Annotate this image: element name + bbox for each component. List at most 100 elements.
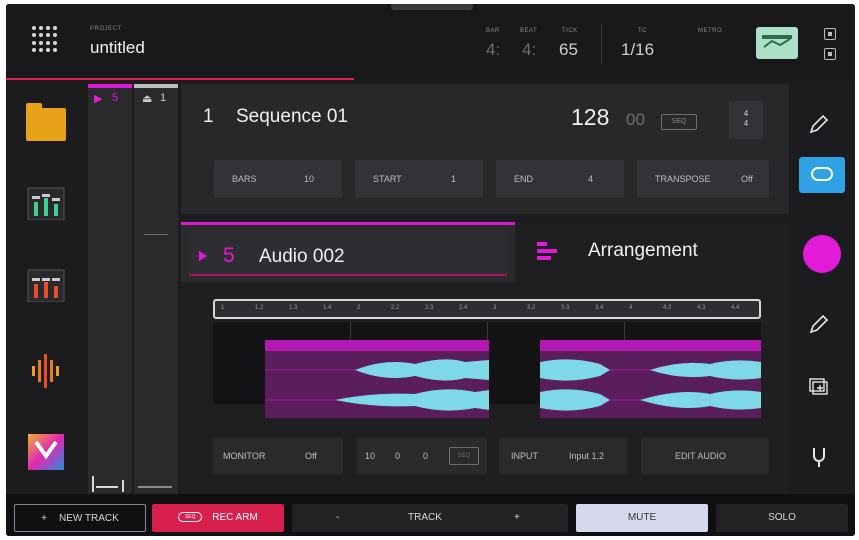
sample-edit-icon[interactable]: [26, 350, 66, 390]
waveform: [540, 359, 761, 411]
tc-label: TC: [638, 28, 647, 34]
timeline-tick-label: 3.4: [595, 305, 604, 311]
timeline-tick-label: 4.2: [663, 305, 672, 311]
pencil-icon[interactable]: [807, 112, 831, 141]
track-label: TRACK: [408, 512, 442, 523]
track-color-icon[interactable]: [803, 235, 841, 273]
sidebar: [6, 80, 84, 494]
timeline-tick-label: 1.4: [323, 305, 332, 311]
track-prev-button[interactable]: -: [336, 504, 339, 532]
input-field[interactable]: INPUT Input 1,2: [499, 438, 627, 474]
loop-icon: [811, 167, 833, 181]
timeline-tick-label: 3.2: [527, 305, 536, 311]
channel-mixer-icon[interactable]: [26, 266, 66, 306]
channel-strip-track[interactable]: ▶ 5: [88, 84, 132, 494]
level-meter: [88, 472, 132, 492]
position-field[interactable]: 10 0 0 SEQ: [357, 438, 487, 474]
bars-label: BARS: [232, 174, 257, 184]
monitor-field[interactable]: MONITOR Off: [213, 438, 343, 474]
track-name: Audio 002: [259, 246, 345, 267]
end-label: END: [514, 174, 534, 184]
end-field[interactable]: END 4: [496, 160, 624, 198]
track-next-button[interactable]: +: [514, 504, 520, 532]
tab-arrangement[interactable]: Arrangement: [515, 222, 789, 282]
waveform-area[interactable]: [213, 322, 761, 418]
sequence-name[interactable]: Sequence 01: [236, 106, 348, 128]
strip-track-label: 5: [112, 92, 119, 104]
input-value: Input 1,2: [569, 451, 605, 461]
timeline-tick-label: 3: [493, 305, 497, 311]
bars-value: 10: [304, 174, 315, 184]
app-window: PROJECT untitled BAR BEAT TICK 4: 4: 65 …: [6, 4, 855, 536]
bpm-value[interactable]: 128: [571, 104, 609, 131]
right-toolbar: [789, 84, 855, 494]
time-signature[interactable]: 4 4: [729, 101, 763, 139]
start-field[interactable]: START 1: [355, 160, 483, 198]
rec-seq-chip: SEQ: [178, 512, 203, 523]
channel-strip-master[interactable]: ⏏ 1: [134, 84, 178, 494]
time-sig-top: 4: [743, 109, 749, 118]
solo-label: SOLO: [768, 512, 796, 523]
arrangement-label: Arrangement: [588, 240, 698, 261]
timeline-tick-label: 2: [357, 305, 361, 311]
timeline-tick-label: 3.3: [561, 305, 570, 311]
browser-icon[interactable]: [26, 103, 66, 141]
bpm-decimal[interactable]: 00: [626, 110, 645, 130]
mute-button[interactable]: MUTE: [576, 504, 708, 532]
eject-icon: ⏏: [142, 93, 153, 105]
timeline-ruler[interactable]: 1 1.2 1.3 1.4 2 2.2 2.3 2.4 3 3.2 3.3 3.4 4 4.2 4.3 4.4: [213, 299, 761, 319]
menu-grid-icon[interactable]: [32, 26, 58, 52]
tick-value[interactable]: 65: [559, 40, 578, 60]
transpose-value: Off: [741, 174, 753, 184]
tuning-fork-icon[interactable]: [807, 444, 831, 473]
metro-label: METRO: [698, 28, 723, 34]
position-tick: 0: [423, 451, 429, 461]
tick-label: TICK: [562, 28, 578, 34]
level-meter: [134, 472, 178, 492]
seq-tempo-chip[interactable]: SEQ: [661, 114, 697, 130]
timeline-tick-label: 4.4: [731, 305, 740, 311]
time-sig-bottom: 4: [743, 119, 749, 128]
new-track-button[interactable]: + NEW TRACK: [14, 504, 146, 532]
beat-value[interactable]: 4:: [522, 40, 536, 60]
mixer-icon[interactable]: [26, 184, 66, 224]
rec-arm-button[interactable]: SEQ REC ARM: [152, 504, 284, 532]
mute-label: MUTE: [627, 512, 657, 523]
header-bar: PROJECT untitled BAR BEAT TICK 4: 4: 65 …: [6, 4, 855, 80]
timeline-tick-label: 2.2: [391, 305, 400, 311]
plugin-icon[interactable]: [26, 432, 66, 472]
edit-audio-button[interactable]: EDIT AUDIO: [641, 438, 769, 474]
bar-value[interactable]: 4:: [486, 40, 500, 60]
position-bar: 10: [365, 451, 376, 461]
monitor-value: Off: [305, 451, 317, 461]
tab-track[interactable]: 5 Audio 002: [181, 222, 515, 282]
timeline-tick-label: 4: [629, 305, 633, 311]
fader-mark: [144, 234, 168, 235]
window-close-icon[interactable]: [824, 48, 836, 60]
project-name[interactable]: untitled: [90, 38, 145, 58]
solo-button[interactable]: SOLO: [716, 504, 848, 532]
transpose-field[interactable]: TRANSPOSE Off: [637, 160, 769, 198]
edit-audio-label: EDIT AUDIO: [675, 451, 726, 461]
new-track-label: NEW TRACK: [59, 513, 119, 524]
audio-clip[interactable]: [265, 340, 489, 418]
bar-label: BAR: [486, 28, 500, 34]
bottom-bar: + NEW TRACK SEQ REC ARM - TRACK + MUTE SOL…: [6, 494, 855, 536]
window-expand-icon[interactable]: [824, 28, 836, 40]
drag-handle[interactable]: [391, 4, 473, 10]
metronome-icon: [762, 35, 792, 48]
bars-field[interactable]: BARS 10: [214, 160, 342, 198]
plus-icon: +: [41, 513, 47, 524]
arrangement-editor: 1 1.2 1.3 1.4 2 2.2 2.3 2.4 3 3.2 3.3 3.4 4 4.2 4.3 4.4: [181, 282, 789, 494]
timeline-tick-label: 1.2: [255, 305, 264, 311]
metronome-button[interactable]: [756, 27, 798, 59]
add-clip-icon[interactable]: [807, 376, 831, 405]
loop-button[interactable]: [799, 157, 845, 193]
edit-pencil-icon[interactable]: [807, 312, 831, 341]
audio-clip[interactable]: [540, 340, 761, 418]
timeline-tick-label: 2.3: [425, 305, 434, 311]
waveform: [265, 359, 489, 411]
play-icon: ▶: [94, 93, 103, 105]
position-seq-chip[interactable]: SEQ: [449, 447, 479, 465]
tc-value[interactable]: 1/16: [621, 40, 654, 60]
